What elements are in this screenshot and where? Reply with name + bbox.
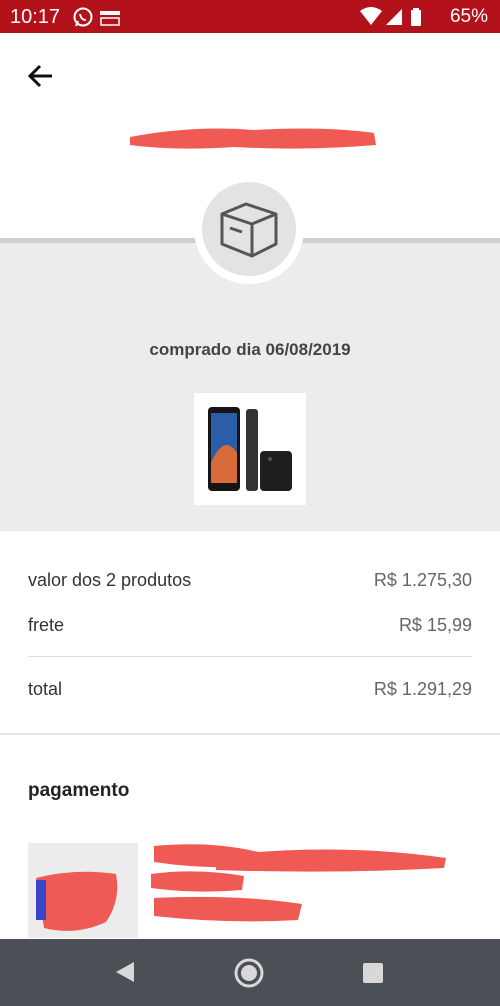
redacted-payment-details bbox=[36, 844, 446, 931]
nav-recent-icon[interactable] bbox=[362, 962, 384, 984]
nav-back-icon[interactable] bbox=[114, 961, 136, 983]
whatsapp-icon bbox=[73, 7, 93, 27]
wifi-icon bbox=[359, 7, 382, 25]
divider bbox=[28, 656, 472, 657]
redacted-title bbox=[130, 128, 376, 149]
nav-home-icon[interactable] bbox=[233, 957, 265, 989]
row-value: R$ 1.275,30 bbox=[373, 570, 472, 590]
section-divider bbox=[0, 733, 500, 735]
battery-icon bbox=[410, 8, 421, 26]
row-value: R$ 15,99 bbox=[398, 615, 472, 635]
row-label: valor dos 2 produtos bbox=[28, 570, 192, 590]
status-time: 10:17 bbox=[10, 6, 61, 28]
payment-title: pagamento bbox=[28, 780, 130, 801]
battery-percentage: 65% bbox=[449, 6, 488, 27]
system-nav-bar bbox=[0, 939, 500, 1006]
system-icons: 65% bbox=[359, 6, 488, 28]
products-value-row: valor dos 2 produtos R$ 1.275,30 bbox=[28, 570, 472, 591]
total-row: total R$ 1.291,29 bbox=[28, 679, 472, 700]
back-button[interactable] bbox=[22, 57, 62, 97]
package-box-icon bbox=[220, 202, 278, 258]
amazon-notification-icon bbox=[100, 11, 120, 26]
product-image[interactable] bbox=[194, 393, 306, 505]
total-value: R$ 1.291,29 bbox=[373, 679, 472, 699]
notification-icons bbox=[72, 6, 122, 33]
purchase-date: comprado dia 06/08/2019 bbox=[149, 340, 351, 359]
signal-icon bbox=[385, 9, 402, 25]
status-bar: 10:17 65% bbox=[0, 0, 500, 33]
arrow-left-icon bbox=[27, 64, 52, 88]
total-label: total bbox=[28, 679, 63, 699]
order-status-badge bbox=[194, 174, 304, 284]
shipping-row: frete R$ 15,99 bbox=[28, 615, 472, 636]
row-label: frete bbox=[28, 615, 65, 635]
